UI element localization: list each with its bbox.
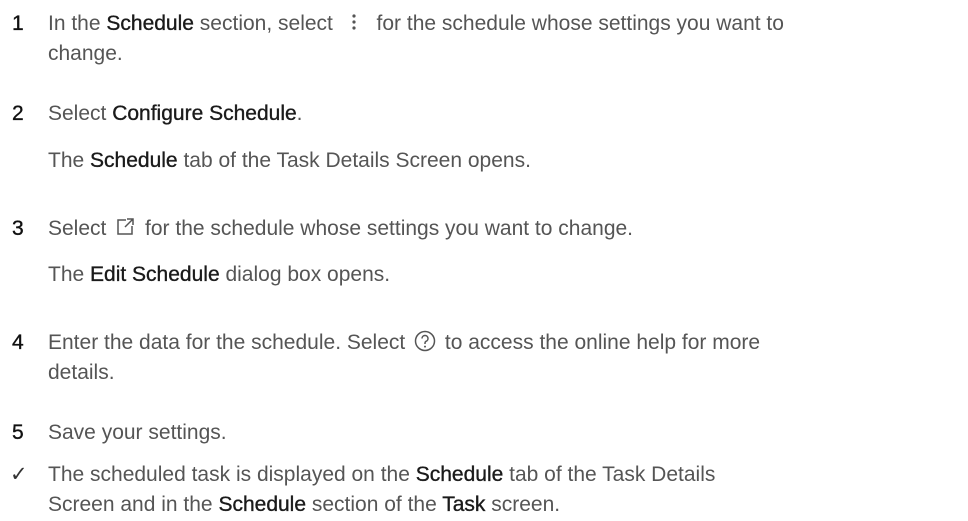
step-5-text: Save your settings.	[48, 421, 227, 444]
step-4-text: Enter the data for the schedule. Select …	[48, 329, 761, 384]
step-1-text: In the Schedule section, select for the …	[48, 11, 784, 65]
ui-term-configure-schedule: Configure Schedule	[112, 102, 297, 125]
step-number: 2	[12, 102, 24, 125]
ui-term-task: Task	[442, 493, 486, 516]
help-icon	[413, 329, 437, 353]
step-number: 3	[12, 217, 24, 240]
step-number: 1	[12, 12, 24, 35]
check-icon: ✓	[10, 463, 28, 486]
ui-term-schedule: Schedule	[90, 149, 178, 172]
ui-term-schedule: Schedule	[415, 463, 504, 486]
ui-term-schedule: Schedule	[218, 493, 307, 516]
step-2-text: Select Configure Schedule.	[48, 102, 303, 125]
step-2-result-text: The Schedule tab of the Task Details Scr…	[48, 149, 531, 172]
step-3-result-text: The Edit Schedule dialog box opens.	[48, 263, 391, 286]
ui-term-edit-schedule: Edit Schedule	[90, 263, 220, 286]
ui-term-schedule: Schedule	[106, 12, 194, 35]
step-number: 4	[12, 331, 24, 354]
outcome-text: The scheduled task is displayed on the S…	[48, 463, 716, 516]
edit-icon	[114, 216, 136, 238]
more-vert-icon	[343, 11, 365, 33]
step-number: 5	[12, 421, 24, 444]
step-3-text: Select for the schedule whose settings y…	[48, 216, 634, 240]
